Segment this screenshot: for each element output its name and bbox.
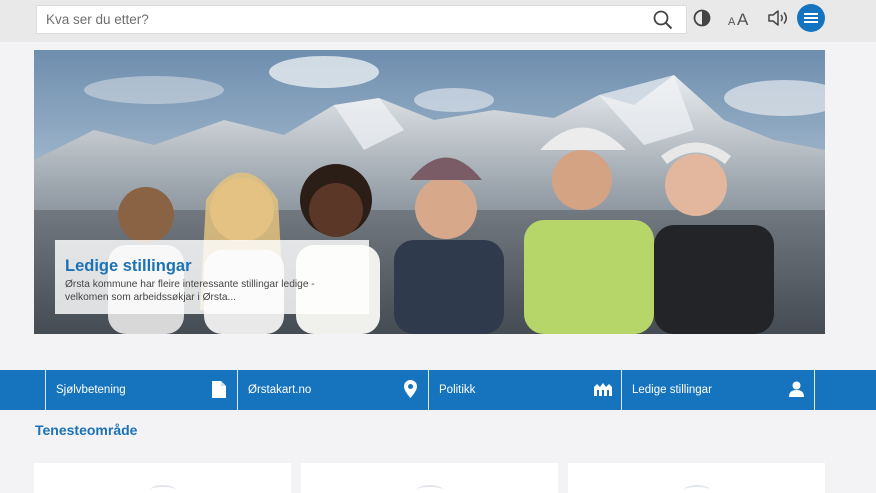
quick-link-label: Politikk: [439, 384, 476, 396]
quick-link-ledige-stillingar[interactable]: Ledige stillingar: [621, 370, 814, 410]
quick-link-politikk[interactable]: Politikk: [428, 370, 621, 410]
hamburger-menu-icon[interactable]: [797, 4, 825, 32]
service-card-icon: [684, 485, 710, 493]
svg-text:A: A: [737, 10, 749, 28]
service-card[interactable]: [568, 463, 825, 493]
service-card-icon: [417, 485, 443, 493]
text-size-button[interactable]: AA: [725, 6, 755, 30]
search-input[interactable]: [37, 6, 647, 33]
quick-link-sjolvbetening[interactable]: Sjølvbetening: [45, 370, 237, 410]
document-icon: [210, 380, 228, 398]
quick-links-bar: Sjølvbetening Ørstakart.no Politikk Ledi…: [0, 370, 876, 410]
map-pin-icon: [401, 380, 419, 398]
hero-banner[interactable]: Ledige stillingar Ørsta kommune har flei…: [34, 50, 825, 334]
hero-caption[interactable]: Ledige stillingar Ørsta kommune har flei…: [55, 240, 369, 314]
search-icon[interactable]: [652, 9, 674, 31]
service-card[interactable]: [34, 463, 291, 493]
quick-link-label: Ledige stillingar: [632, 384, 712, 396]
speaker-icon[interactable]: [766, 6, 792, 30]
contrast-icon[interactable]: [689, 6, 715, 30]
top-bar: AA: [0, 0, 876, 42]
services-title: Tenesteområde: [35, 422, 138, 438]
service-card[interactable]: [301, 463, 558, 493]
quick-link-label: Sjølvbetening: [56, 384, 126, 396]
hero-text: Ørsta kommune har fleire interessante st…: [65, 279, 315, 303]
service-card-icon: [150, 485, 176, 493]
parliament-icon: [594, 380, 612, 398]
svg-text:A: A: [728, 16, 736, 28]
search-box: [36, 5, 687, 34]
quick-link-orstakart[interactable]: Ørstakart.no: [237, 370, 428, 410]
quick-links-divider: [814, 370, 815, 410]
hero-title[interactable]: Ledige stillingar: [65, 256, 359, 276]
person-icon: [787, 380, 805, 398]
quick-link-label: Ørstakart.no: [248, 384, 312, 396]
